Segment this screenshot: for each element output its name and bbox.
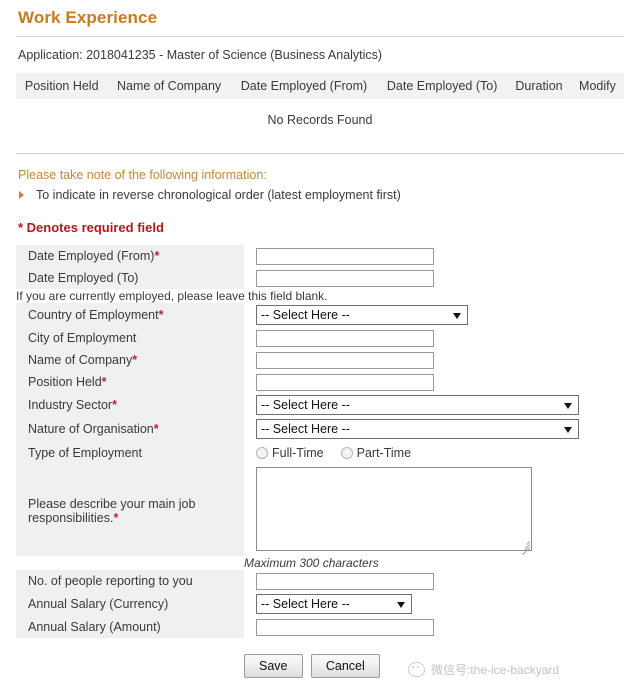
label-reports-text: No. of people reporting to you bbox=[28, 574, 193, 588]
required-asterisk: * bbox=[113, 510, 119, 525]
label-employment-type-text: Type of Employment bbox=[28, 446, 142, 460]
label-company-text: Name of Company bbox=[28, 353, 133, 367]
required-asterisk: * bbox=[112, 398, 117, 412]
save-button[interactable]: Save bbox=[244, 654, 303, 678]
label-salary-currency: Annual Salary (Currency) bbox=[16, 592, 244, 616]
required-asterisk: * bbox=[101, 375, 107, 389]
column-header-duration: Duration bbox=[507, 73, 571, 99]
employment-type-radio-group: Full-Time Part-Time bbox=[256, 443, 624, 463]
label-salary-amount-text: Annual Salary (Amount) bbox=[28, 620, 161, 634]
form-row-salary-amount: Annual Salary (Amount) bbox=[16, 616, 624, 638]
form-row-nature: Nature of Organisation* -- Select Here -… bbox=[16, 417, 624, 441]
label-position-text: Position Held bbox=[28, 375, 102, 389]
form-row-city: City of Employment bbox=[16, 327, 624, 349]
column-header-date-to: Date Employed (To) bbox=[377, 73, 508, 99]
label-industry-text: Industry Sector bbox=[28, 398, 113, 412]
label-position: Position Held* bbox=[16, 371, 244, 393]
records-section: Position Held Name of Company Date Emplo… bbox=[16, 73, 624, 147]
form-row-position: Position Held* bbox=[16, 371, 624, 393]
notice-item-text: To indicate in reverse chronological ord… bbox=[36, 188, 401, 202]
column-header-name-of-company: Name of Company bbox=[107, 73, 231, 99]
radio-part-time[interactable] bbox=[340, 447, 353, 459]
notice-list: To indicate in reverse chronological ord… bbox=[18, 186, 640, 204]
label-employment-type: Type of Employment bbox=[16, 441, 244, 465]
name-of-company-input[interactable] bbox=[256, 351, 434, 369]
form-row-maxchars: Maximum 300 characters bbox=[16, 556, 624, 570]
country-of-employment-select[interactable]: -- Select Here -- bbox=[256, 305, 468, 325]
industry-select-wrap: -- Select Here -- bbox=[256, 395, 579, 415]
form-row-salary-currency: Annual Salary (Currency) -- Select Here … bbox=[16, 592, 624, 616]
industry-sector-select[interactable]: -- Select Here -- bbox=[256, 395, 579, 415]
date-to-hint-text: If you are currently employed, please le… bbox=[16, 289, 624, 303]
form-row-date-to-hint: If you are currently employed, please le… bbox=[16, 289, 624, 303]
nature-select-wrap: -- Select Here -- bbox=[256, 419, 579, 439]
date-employed-to-input[interactable] bbox=[256, 269, 434, 287]
required-asterisk: * bbox=[132, 353, 138, 367]
column-header-position-held: Position Held bbox=[16, 73, 108, 99]
no-records-message: No Records Found bbox=[16, 99, 624, 147]
salary-currency-select-wrap: -- Select Here -- bbox=[256, 594, 412, 614]
job-responsibilities-textarea[interactable] bbox=[256, 467, 532, 551]
column-header-modify: Modify bbox=[570, 73, 624, 99]
application-info: Application: 2018041235 - Master of Scie… bbox=[18, 48, 383, 62]
responsibilities-textarea-holder bbox=[256, 467, 532, 556]
column-header-date-from: Date Employed (From) bbox=[230, 73, 378, 99]
label-nature-text: Nature of Organisation bbox=[28, 422, 154, 436]
label-date-from-text: Date Employed (From) bbox=[28, 249, 155, 263]
form-row-reports: No. of people reporting to you bbox=[16, 570, 624, 592]
required-field-note: * Denotes required field bbox=[18, 220, 164, 235]
label-industry: Industry Sector* bbox=[16, 393, 244, 417]
required-asterisk: * bbox=[154, 249, 160, 263]
label-country-text: Country of Employment bbox=[28, 308, 159, 322]
radio-full-time[interactable] bbox=[256, 447, 268, 459]
city-of-employment-input[interactable] bbox=[256, 329, 434, 347]
table-empty-row: No Records Found bbox=[16, 99, 624, 147]
radio-label-part-time: Part-Time bbox=[356, 446, 412, 460]
nature-of-organisation-select[interactable]: -- Select Here -- bbox=[256, 419, 579, 439]
form-row-employment-type: Type of Employment Full-Time Part-Time bbox=[16, 441, 624, 465]
work-experience-form: Date Employed (From)* Date Employed (To)… bbox=[16, 245, 624, 638]
form-row-responsibilities: Please describe your main job responsibi… bbox=[16, 465, 624, 556]
table-header-row: Position Held Name of Company Date Emplo… bbox=[16, 73, 624, 99]
label-company: Name of Company* bbox=[16, 349, 244, 371]
annual-salary-amount-input[interactable] bbox=[256, 618, 434, 636]
form-row-date-to: Date Employed (To) bbox=[16, 267, 624, 289]
radio-label-full-time: Full-Time bbox=[272, 446, 324, 460]
label-responsibilities-text: Please describe your main job responsibi… bbox=[28, 496, 196, 525]
label-country: Country of Employment* bbox=[16, 303, 244, 327]
label-date-to: Date Employed (To) bbox=[16, 267, 244, 289]
max-characters-hint: Maximum 300 characters bbox=[244, 556, 624, 570]
label-nature: Nature of Organisation* bbox=[16, 417, 244, 441]
country-select-wrap: -- Select Here -- bbox=[256, 305, 468, 325]
label-salary-currency-text: Annual Salary (Currency) bbox=[28, 597, 169, 611]
form-row-country: Country of Employment* -- Select Here -- bbox=[16, 303, 624, 327]
label-reports: No. of people reporting to you bbox=[16, 570, 244, 592]
form-actions: Save Cancel bbox=[244, 654, 640, 678]
page-title: Work Experience bbox=[18, 8, 158, 27]
label-city-text: City of Employment bbox=[28, 331, 137, 345]
date-employed-from-input[interactable] bbox=[256, 247, 434, 265]
notice-title: Please take note of the following inform… bbox=[18, 168, 267, 182]
label-city: City of Employment bbox=[16, 327, 244, 349]
form-row-date-from: Date Employed (From)* bbox=[16, 245, 624, 267]
position-held-input[interactable] bbox=[256, 373, 434, 391]
label-date-from: Date Employed (From)* bbox=[16, 245, 244, 267]
label-date-to-text: Date Employed (To) bbox=[28, 271, 139, 285]
form-row-industry: Industry Sector* -- Select Here -- bbox=[16, 393, 624, 417]
form-row-company: Name of Company* bbox=[16, 349, 624, 371]
work-experience-records-table: Position Held Name of Company Date Emplo… bbox=[16, 73, 624, 147]
work-experience-page: Work Experience Application: 2018041235 … bbox=[0, 0, 640, 700]
notice-block: Please take note of the following inform… bbox=[0, 154, 640, 204]
label-salary-amount: Annual Salary (Amount) bbox=[16, 616, 244, 638]
required-asterisk: * bbox=[158, 308, 164, 322]
people-reporting-input[interactable] bbox=[256, 572, 434, 590]
label-responsibilities: Please describe your main job responsibi… bbox=[16, 465, 244, 556]
notice-list-item: To indicate in reverse chronological ord… bbox=[18, 186, 640, 204]
annual-salary-currency-select[interactable]: -- Select Here -- bbox=[256, 594, 412, 614]
cancel-button[interactable]: Cancel bbox=[310, 654, 380, 678]
required-asterisk: * bbox=[153, 422, 159, 436]
triangle-bullet-icon bbox=[19, 191, 24, 199]
